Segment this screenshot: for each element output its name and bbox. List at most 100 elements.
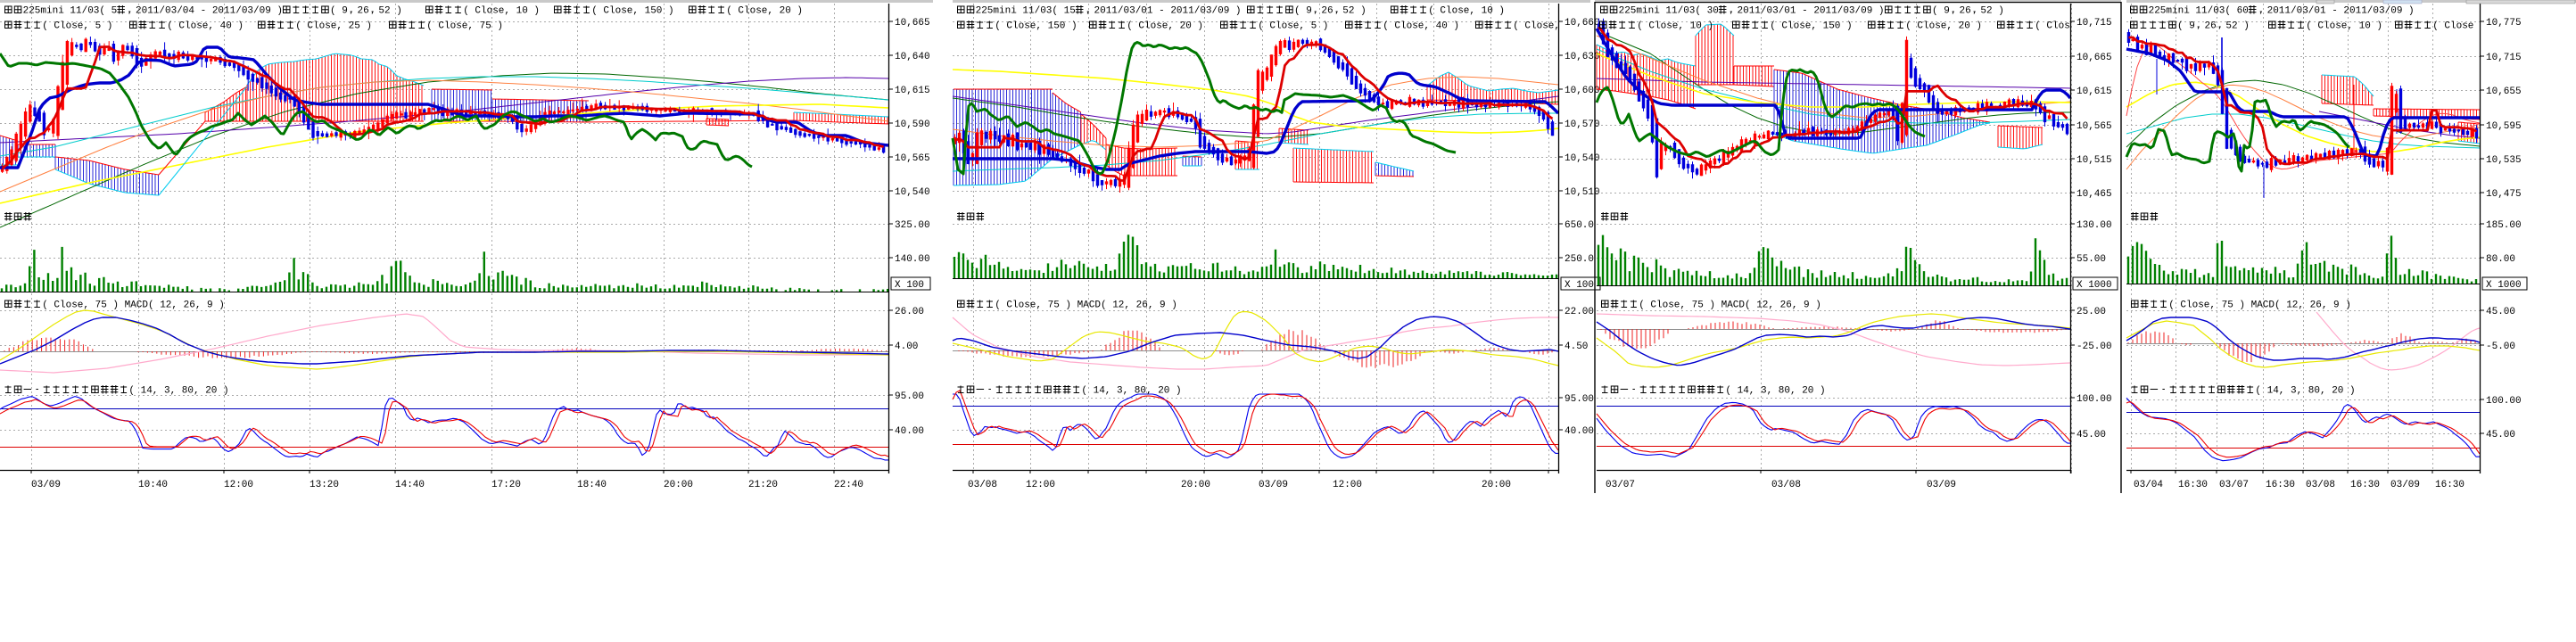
svg-text:( Close, 20 ): ( Close, 20 ) xyxy=(726,6,803,17)
svg-text:( Close, 75 ): ( Close, 75 ) xyxy=(426,21,503,32)
svg-text:21:20: 21:20 xyxy=(748,480,778,490)
svg-text:03/07: 03/07 xyxy=(2219,480,2249,490)
svg-text:( Close, 40 ): ( Close, 40 ) xyxy=(1383,21,1459,32)
svg-text:10,465: 10,465 xyxy=(2076,189,2112,200)
svg-text:225mini 11/03( 60: 225mini 11/03( 60 xyxy=(2149,6,2249,17)
svg-text:185.00: 185.00 xyxy=(2486,220,2522,231)
svg-text:( Close, 75 ) MACD( 12, 26,: ( Close, 75 ) MACD( 12, 26, 9 ) xyxy=(1639,300,1821,311)
svg-text:225mini 11/03( 5: 225mini 11/03( 5 xyxy=(23,6,118,17)
svg-text:13:20: 13:20 xyxy=(310,480,339,490)
svg-text:2011/03/01 - 2011/03/09 ): 2011/03/01 - 2011/03/09 ) xyxy=(1094,6,1242,17)
svg-text:-25.00: -25.00 xyxy=(2076,342,2112,352)
svg-text:( Close, 10 ): ( Close, 10 ) xyxy=(1428,6,1505,17)
svg-text:( Close, 75 ) MACD( 12, 26,: ( Close, 75 ) MACD( 12, 26, 9 ) xyxy=(995,300,1177,311)
svg-text:( Close, 75 ) MACD( 12, 26,: ( Close, 75 ) MACD( 12, 26, 9 ) xyxy=(2168,300,2351,311)
svg-text:X 100: X 100 xyxy=(895,280,924,291)
svg-text:( Close, 150 ): ( Close, 150 ) xyxy=(995,21,1077,32)
svg-text:225mini 11/03( 30: 225mini 11/03( 30 xyxy=(1619,6,1719,17)
svg-text:( 14, 3, 80, 20 ): ( 14, 3, 80, 20 ) xyxy=(2255,386,2355,397)
svg-text:250.0: 250.0 xyxy=(1565,254,1594,265)
svg-text:80.00: 80.00 xyxy=(2486,254,2515,265)
svg-text:10,540: 10,540 xyxy=(895,187,930,198)
svg-text:( Close, 20 ): ( Close, 20 ) xyxy=(1905,21,1982,32)
svg-text:12:00: 12:00 xyxy=(1026,480,1055,490)
svg-text:10,665: 10,665 xyxy=(895,18,930,29)
svg-text:10,640: 10,640 xyxy=(895,52,930,62)
svg-text:( 14, 3, 80, 20 ): ( 14, 3, 80, 20 ) xyxy=(1081,386,1181,397)
svg-text:( Close, 10 ): ( Close, 10 ) xyxy=(1637,21,1713,32)
svg-text:03/08: 03/08 xyxy=(968,480,997,490)
svg-text:95.00: 95.00 xyxy=(1565,394,1594,405)
svg-text:10:40: 10:40 xyxy=(138,480,168,490)
svg-text:( Close,: ( Close, xyxy=(1513,21,1560,32)
svg-text:03/07: 03/07 xyxy=(1606,480,1635,490)
svg-text:225mini 11/03( 15: 225mini 11/03( 15 xyxy=(976,6,1076,17)
svg-text:10,515: 10,515 xyxy=(2076,155,2112,166)
svg-text:17:20: 17:20 xyxy=(491,480,521,490)
svg-text:X 1000: X 1000 xyxy=(2486,280,2522,291)
svg-text:03/09: 03/09 xyxy=(1259,480,1288,490)
svg-text:16:30: 16:30 xyxy=(2350,480,2380,490)
svg-text:2011/03/01 - 2011/03/09 ): 2011/03/01 - 2011/03/09 ) xyxy=(1738,6,1885,17)
svg-text:10,475: 10,475 xyxy=(2486,189,2522,200)
svg-text:100.00: 100.00 xyxy=(2076,394,2112,405)
svg-text:26.00: 26.00 xyxy=(895,307,924,317)
svg-text:( Close: ( Close xyxy=(2432,21,2473,32)
svg-text:10,565: 10,565 xyxy=(2076,121,2112,132)
svg-text:20:00: 20:00 xyxy=(1482,480,1511,490)
svg-text:( Close, 25 ): ( Close, 25 ) xyxy=(295,21,372,32)
svg-text:X 1000: X 1000 xyxy=(2076,280,2112,291)
svg-text:26: 26 xyxy=(1960,6,1971,17)
svg-text:325.00: 325.00 xyxy=(895,220,930,231)
svg-text:03/04: 03/04 xyxy=(2134,480,2163,490)
svg-text:55.00: 55.00 xyxy=(2076,254,2106,265)
svg-text:16:30: 16:30 xyxy=(2178,480,2208,490)
svg-text:( Close, 40 ): ( Close, 40 ) xyxy=(167,21,244,32)
svg-text:10,775: 10,775 xyxy=(2486,18,2522,29)
svg-text:18:40: 18:40 xyxy=(577,480,607,490)
svg-text:650.0: 650.0 xyxy=(1565,220,1594,231)
svg-text:130.00: 130.00 xyxy=(2076,220,2112,231)
svg-text:45.00: 45.00 xyxy=(2076,430,2106,440)
svg-text:( 14, 3, 80, 20 ): ( 14, 3, 80, 20 ) xyxy=(128,386,228,397)
svg-text:-5.00: -5.00 xyxy=(2486,342,2515,352)
svg-text:10,665: 10,665 xyxy=(2076,53,2112,63)
svg-text:25.00: 25.00 xyxy=(2076,307,2106,317)
svg-text:40.00: 40.00 xyxy=(1565,426,1594,437)
svg-text:03/09: 03/09 xyxy=(2390,480,2420,490)
svg-text:03/09: 03/09 xyxy=(31,480,61,490)
svg-text:( Close, 10 ): ( Close, 10 ) xyxy=(463,6,540,17)
svg-text:( 9: ( 9 xyxy=(1294,6,1312,17)
svg-text:( Close, 5 ): ( Close, 5 ) xyxy=(1258,21,1328,32)
svg-text:40.00: 40.00 xyxy=(895,426,924,437)
svg-text:10,590: 10,590 xyxy=(895,119,930,130)
svg-text:10,565: 10,565 xyxy=(895,153,930,164)
svg-text:10,715: 10,715 xyxy=(2486,53,2522,63)
svg-text:16:30: 16:30 xyxy=(2435,480,2465,490)
svg-text:26: 26 xyxy=(1321,6,1333,17)
svg-text:20:00: 20:00 xyxy=(1181,480,1210,490)
svg-text:4.00: 4.00 xyxy=(895,342,918,352)
svg-text:12:00: 12:00 xyxy=(1333,480,1362,490)
svg-text:52 ): 52 ) xyxy=(378,6,401,17)
svg-text:( Close, 150 ): ( Close, 150 ) xyxy=(1770,21,1852,32)
svg-text:10,655: 10,655 xyxy=(2486,86,2522,97)
svg-text:12:00: 12:00 xyxy=(224,480,253,490)
svg-text:03/09: 03/09 xyxy=(1927,480,1956,490)
svg-text:26: 26 xyxy=(358,6,369,17)
svg-text:22.00: 22.00 xyxy=(1565,307,1594,317)
svg-text:22:40: 22:40 xyxy=(834,480,863,490)
svg-text:95.00: 95.00 xyxy=(895,391,924,402)
svg-text:20:00: 20:00 xyxy=(664,480,693,490)
svg-text:52 ): 52 ) xyxy=(2225,21,2249,32)
svg-text:( Close, 20 ): ( Close, 20 ) xyxy=(1127,21,1203,32)
svg-text:( 14, 3, 80, 20 ): ( 14, 3, 80, 20 ) xyxy=(1725,386,1825,397)
svg-text:( Close, 10 ): ( Close, 10 ) xyxy=(2306,21,2382,32)
svg-text:( Clos: ( Clos xyxy=(2035,21,2070,32)
svg-text:10,595: 10,595 xyxy=(2486,121,2522,132)
svg-text:10,615: 10,615 xyxy=(895,86,930,96)
svg-text:03/08: 03/08 xyxy=(2306,480,2335,490)
svg-text:26: 26 xyxy=(2205,21,2217,32)
svg-text:2011/03/04 - 2011/03/09 ): 2011/03/04 - 2011/03/09 ) xyxy=(136,6,283,17)
svg-text:45.00: 45.00 xyxy=(2486,430,2515,440)
